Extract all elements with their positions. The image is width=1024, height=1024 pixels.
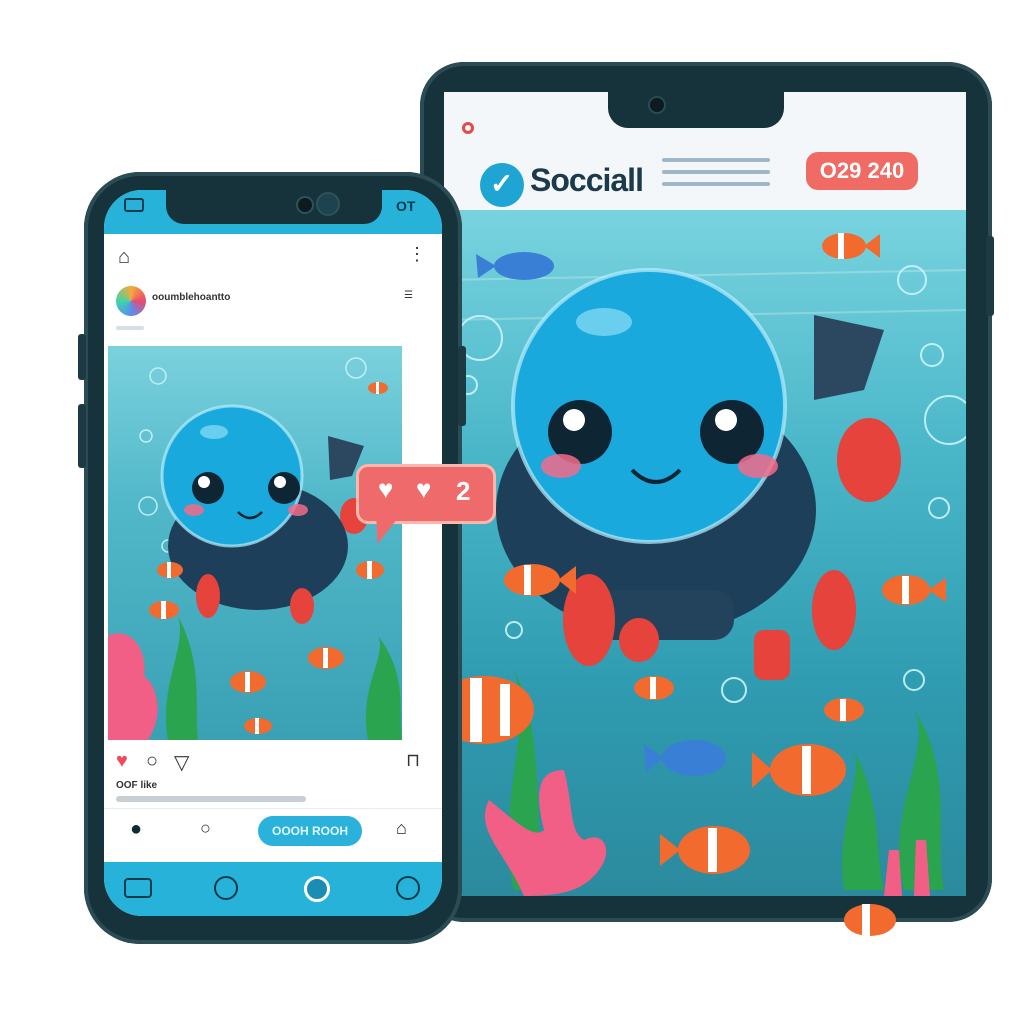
phone-side-button <box>78 404 86 468</box>
circle-icon[interactable]: ○ <box>200 818 211 839</box>
phone-side-button <box>78 334 86 380</box>
profile-tab-icon[interactable] <box>396 876 420 900</box>
tablet-side-button <box>986 236 994 316</box>
menu-line-icon[interactable] <box>662 158 770 162</box>
tablet-underwater-illustration <box>434 210 974 896</box>
camera-icon <box>298 198 312 212</box>
check-logo-icon: ✓ <box>480 163 524 207</box>
camera-icon <box>318 194 338 214</box>
brand-title: Socciall <box>530 162 644 198</box>
record-icon <box>462 122 474 134</box>
heart-icon[interactable]: ♥ <box>116 750 128 773</box>
like-notification-bubble: ♥ ♥ <box>356 464 496 524</box>
bookmark-icon[interactable]: ⊓ <box>406 750 420 771</box>
share-icon[interactable]: ▽ <box>174 750 189 775</box>
heart-icon: ♥ <box>378 474 394 504</box>
search-icon[interactable] <box>214 876 238 900</box>
bottom-navigation <box>104 862 442 916</box>
mini-submarine-character <box>160 404 368 624</box>
record-button-icon[interactable] <box>304 876 330 902</box>
phone-notch <box>166 190 382 224</box>
follow-button[interactable]: OOOH ROOH <box>258 816 362 846</box>
more-options-icon[interactable]: ⋮ <box>408 244 426 265</box>
likes-count: OOF like <box>116 780 158 791</box>
shop-icon[interactable]: ⌂ <box>396 818 407 839</box>
underwater-scene <box>434 233 974 896</box>
post-image[interactable] <box>108 346 402 740</box>
tablet-notch <box>608 86 784 128</box>
post-username[interactable]: ooumblehoantto <box>152 292 230 303</box>
home-icon[interactable]: ⌂ <box>118 246 130 269</box>
comment-icon[interactable]: ○ <box>146 750 158 773</box>
menu-line-icon[interactable] <box>662 182 770 186</box>
small-fish-icon <box>842 898 902 947</box>
post-subtext-placeholder <box>116 326 144 330</box>
avatar[interactable] <box>116 286 146 316</box>
submarine-character <box>496 268 901 680</box>
status-badge[interactable]: O29 240 <box>806 152 918 190</box>
post-caption-placeholder <box>116 796 306 802</box>
phone-power-button <box>458 346 466 426</box>
heart-icon: ♥ <box>416 474 432 504</box>
tablet-camera-icon <box>650 98 664 112</box>
battery-icon <box>124 198 144 212</box>
like-count: 2 <box>456 476 471 506</box>
status-indicator: OT <box>396 198 416 214</box>
post-underwater-illustration <box>108 357 402 740</box>
profile-icon[interactable]: ● <box>130 818 142 841</box>
wallet-icon[interactable] <box>124 878 152 898</box>
menu-line-icon[interactable] <box>662 170 770 174</box>
post-menu-icon[interactable]: ☰ <box>404 290 413 301</box>
